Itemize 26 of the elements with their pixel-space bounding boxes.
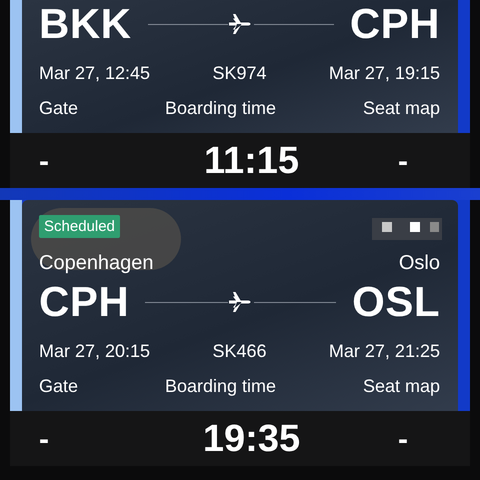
more-icon[interactable] bbox=[372, 218, 442, 240]
flight-number: SK466 bbox=[212, 340, 267, 362]
field-label: Gate bbox=[39, 98, 78, 119]
field-value: - bbox=[39, 144, 50, 178]
origin-code: BKK bbox=[39, 0, 132, 48]
boarding-time: 11:15 bbox=[202, 140, 300, 183]
departure-time: Mar 27, 20:15 bbox=[39, 340, 150, 362]
arrival-time: Mar 27, 21:25 bbox=[328, 340, 440, 362]
boarding-time: 19:35 bbox=[202, 418, 300, 461]
status-badge: Scheduled bbox=[39, 215, 120, 238]
destination-city: Oslo bbox=[398, 252, 440, 274]
field-label: Seat map bbox=[362, 98, 440, 119]
origin-code: CPH bbox=[39, 278, 130, 326]
field-label: Boarding time bbox=[164, 98, 276, 119]
field-value: - bbox=[39, 422, 50, 456]
flight-number: SK974 bbox=[212, 62, 267, 84]
destination-code: CPH bbox=[350, 0, 440, 48]
field-label: Boarding time bbox=[164, 376, 276, 397]
destination-code: OSL bbox=[352, 278, 440, 326]
arrival-time: Mar 27, 19:15 bbox=[328, 62, 440, 84]
field-value: - bbox=[398, 422, 408, 456]
origin-city: Copenhagen bbox=[39, 252, 154, 274]
field-label: Seat map bbox=[362, 376, 440, 397]
field-label: Gate bbox=[39, 376, 78, 397]
field-value: - bbox=[398, 144, 408, 178]
departure-time: Mar 27, 12:45 bbox=[39, 62, 150, 84]
